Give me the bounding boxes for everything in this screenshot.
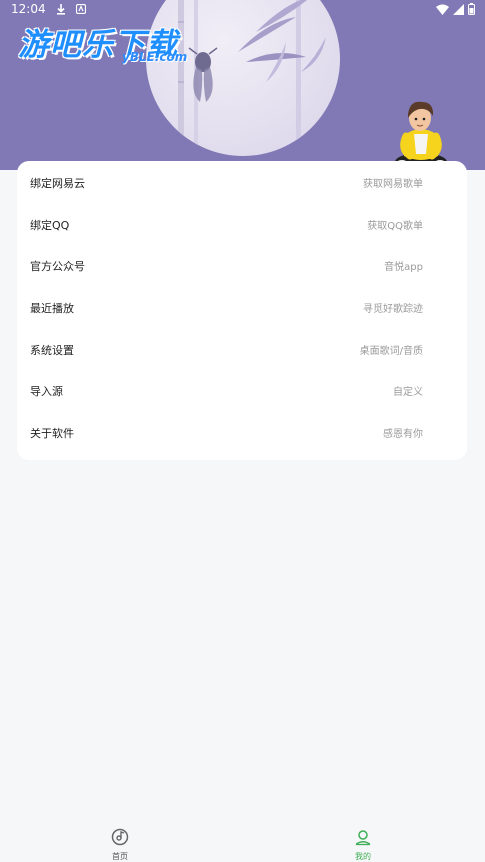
status-bar: 12:04: [0, 0, 485, 18]
menu-item-hint: 获取QQ歌单: [367, 221, 423, 232]
signal-icon: [453, 3, 464, 15]
avatar[interactable]: [392, 94, 450, 170]
menu-item-bind-qq[interactable]: 绑定QQ 获取QQ歌单: [17, 204, 467, 245]
menu-item-about[interactable]: 关于软件 感恩有你: [17, 412, 467, 453]
menu-item-label: 绑定QQ: [30, 218, 70, 232]
download-icon: [56, 3, 65, 15]
menu-item-import-source[interactable]: 导入源 自定义: [17, 370, 467, 411]
menu-item-label: 官方公众号: [30, 259, 85, 273]
notification-icon: [75, 4, 86, 14]
menu-item-recent-played[interactable]: 最近播放 寻觅好歌踪迹: [17, 287, 467, 328]
wifi-icon: [436, 4, 449, 15]
menu-item-label: 绑定网易云: [30, 176, 85, 190]
bottom-nav: 首页 我的: [0, 818, 485, 862]
nav-item-home[interactable]: 首页: [80, 818, 160, 862]
menu-item-hint: 寻觅好歌踪迹: [363, 304, 423, 315]
disc-icon: [111, 828, 129, 846]
menu-item-official-account[interactable]: 官方公众号 音悦app: [17, 245, 467, 286]
menu-item-hint: 音悦app: [384, 262, 423, 273]
battery-icon: [468, 3, 475, 15]
menu-item-label: 导入源: [30, 384, 63, 398]
menu-item-label: 最近播放: [30, 301, 74, 315]
nav-label-mine: 我的: [355, 852, 371, 861]
menu-item-label: 关于软件: [30, 426, 74, 440]
watermark-logo-sub: yBLE.com: [122, 50, 188, 64]
user-icon: [355, 830, 371, 846]
menu-item-label: 系统设置: [30, 343, 74, 357]
menu-item-hint: 获取网易歌单: [363, 179, 423, 190]
nav-label-home: 首页: [112, 852, 128, 861]
menu-item-system-settings[interactable]: 系统设置 桌面歌词/音质: [17, 329, 467, 370]
profile-header: 12:04 游吧乐下载 yBLE.com: [0, 0, 485, 170]
settings-card: 绑定网易云 获取网易歌单 绑定QQ 获取QQ歌单 官方公众号 音悦app 最近播…: [17, 161, 467, 460]
menu-item-bind-netease[interactable]: 绑定网易云 获取网易歌单: [17, 162, 467, 203]
menu-item-hint: 感恩有你: [383, 429, 423, 440]
menu-item-hint: 桌面歌词/音质: [359, 346, 423, 357]
status-time: 12:04: [11, 2, 46, 16]
nav-item-mine[interactable]: 我的: [323, 818, 403, 862]
menu-item-hint: 自定义: [393, 387, 423, 398]
